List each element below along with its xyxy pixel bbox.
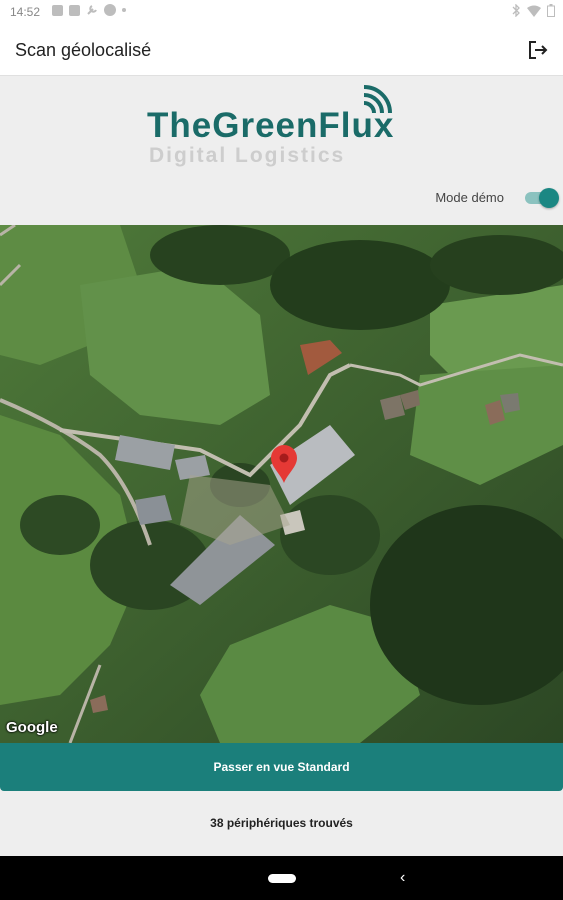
page-title: Scan géolocalisé <box>15 40 152 60</box>
google-logo: Google <box>6 719 58 736</box>
circle-icon <box>104 4 116 16</box>
status-right-icons <box>511 4 555 17</box>
logout-icon <box>529 41 548 59</box>
battery-icon <box>547 4 555 17</box>
demo-mode-label: Mode démo <box>435 190 504 205</box>
switch-view-button[interactable]: Passer en vue Standard <box>0 743 563 791</box>
satellite-map[interactable]: Google <box>0 225 563 743</box>
document-icon <box>69 4 80 16</box>
demo-mode-row: Mode démo <box>0 182 563 212</box>
map-imagery <box>0 225 563 743</box>
demo-mode-toggle[interactable] <box>525 186 559 208</box>
system-nav-bar: ‹ <box>0 856 563 900</box>
toggle-knob <box>539 188 559 208</box>
status-left-icons <box>52 4 126 16</box>
back-icon[interactable]: ‹ <box>400 869 405 887</box>
bluetooth-icon <box>512 4 520 17</box>
wrench-icon <box>87 5 97 15</box>
brand-logo: TheGreenFlux Digital Logistics <box>0 76 563 176</box>
app-bar: Scan géolocalisé <box>0 23 563 76</box>
logo-title: TheGreenFlux <box>147 106 395 145</box>
gallery-icon <box>52 4 63 16</box>
logo-subtitle: Digital Logistics <box>149 144 346 167</box>
devices-count: 38 périphériques trouvés <box>210 816 353 830</box>
wifi-icon <box>527 5 541 17</box>
dot-icon <box>122 8 126 12</box>
home-pill-icon[interactable] <box>268 874 296 883</box>
logout-button[interactable] <box>523 35 553 65</box>
status-time: 14:52 <box>10 5 41 19</box>
status-bar: 14:52 <box>0 0 563 23</box>
